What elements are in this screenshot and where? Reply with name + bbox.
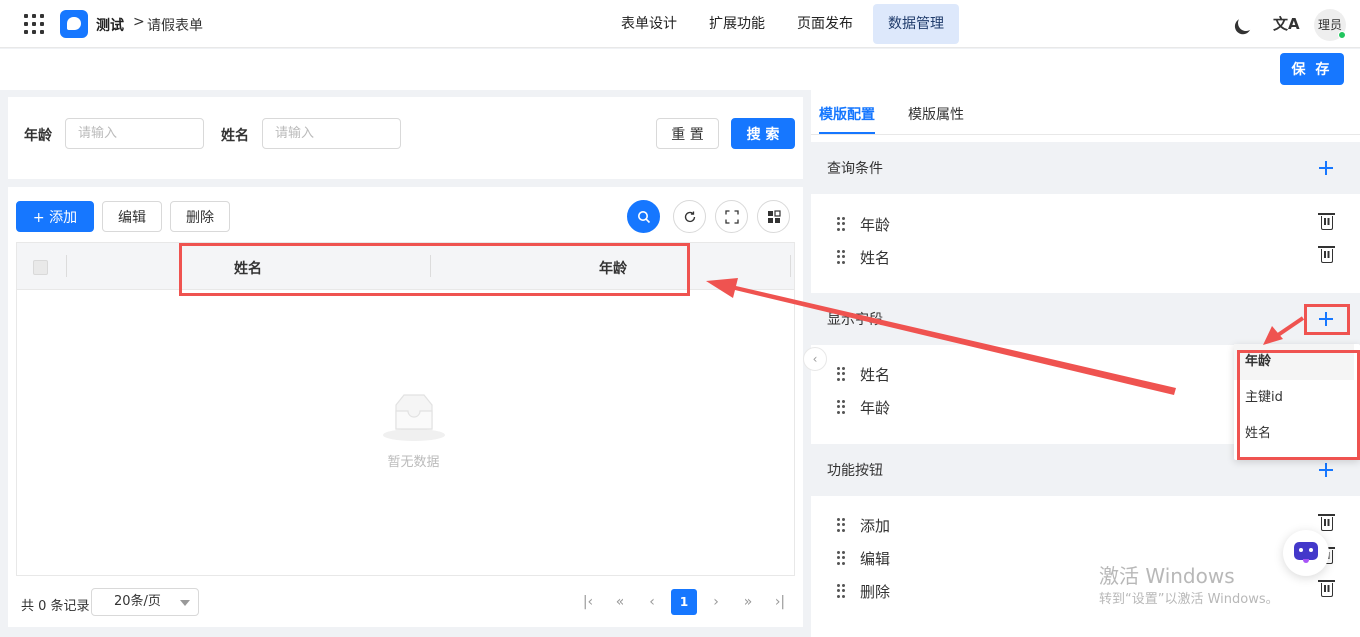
avatar-text: 理员 [1317, 18, 1342, 32]
save-button[interactable]: 保 存 [1280, 53, 1344, 85]
add-query-condition-plus-icon[interactable] [1319, 161, 1333, 175]
name-field-label: 姓名 [221, 128, 249, 144]
list-item-label: 编辑 [860, 550, 891, 568]
column-settings-button[interactable] [757, 200, 790, 233]
reset-button[interactable]: 重 置 [656, 118, 719, 149]
tab-template-properties[interactable]: 模版属性 [908, 104, 964, 124]
drag-handle-icon[interactable] [837, 250, 845, 264]
list-item-label: 年龄 [860, 216, 891, 234]
select-all-checkbox[interactable] [33, 260, 48, 275]
caret-down-icon [180, 600, 190, 606]
list-item-label: 添加 [860, 517, 891, 535]
windows-activation-watermark: 激活 Windows [1099, 564, 1235, 588]
section-title: 功能按钮 [827, 463, 883, 479]
prev-page-icon[interactable]: ‹ [639, 589, 665, 615]
windows-activation-hint: 转到“设置”以激活 Windows。 [1099, 592, 1279, 607]
tab-form-design[interactable]: 表单设计 [610, 4, 688, 44]
fullscreen-icon [724, 210, 739, 224]
empty-inbox-icon [383, 394, 445, 441]
jump-forward-icon[interactable]: » [735, 589, 761, 615]
drag-handle-icon[interactable] [837, 217, 845, 231]
drag-handle-icon[interactable] [837, 518, 845, 532]
translate-icon[interactable]: 文A [1273, 13, 1300, 34]
tab-data-management[interactable]: 数据管理 [873, 4, 959, 44]
search-panel: 年龄 姓名 重 置 搜 索 [8, 97, 803, 179]
refresh-icon [684, 211, 695, 223]
age-search-input[interactable] [65, 118, 204, 149]
page-number-current[interactable]: 1 [671, 589, 697, 615]
trash-icon[interactable] [1318, 580, 1335, 597]
list-item[interactable]: 编辑 [835, 546, 1335, 570]
section-query-conditions: 查询条件 [811, 142, 1360, 194]
drag-handle-icon[interactable] [837, 551, 845, 565]
empty-state-text: 暂无数据 [387, 455, 440, 470]
add-function-button-plus-icon[interactable] [1319, 463, 1333, 477]
trash-icon[interactable] [1318, 213, 1335, 230]
jump-back-icon[interactable]: « [607, 589, 633, 615]
next-page-icon[interactable]: › [703, 589, 729, 615]
list-item-label: 年龄 [860, 399, 891, 417]
list-item[interactable]: 年龄 [835, 212, 1335, 236]
list-item-label: 姓名 [860, 366, 891, 384]
edit-button[interactable]: 编辑 [102, 201, 162, 232]
robot-icon [1294, 542, 1318, 563]
list-item-label: 删除 [860, 583, 891, 601]
action-bar: 保 存 [0, 49, 1360, 90]
section-display-fields: 显示字段 [811, 293, 1360, 345]
collapse-panel-chevron-icon[interactable]: ‹ [803, 347, 827, 371]
list-item[interactable]: 姓名 [835, 245, 1335, 269]
annotation-highlight-dropdown [1237, 350, 1360, 460]
annotation-highlight-plus [1304, 304, 1350, 335]
first-page-icon[interactable]: |‹ [575, 589, 601, 615]
dark-mode-moon-icon[interactable] [1236, 13, 1257, 34]
annotation-highlight-table-header [179, 243, 690, 296]
list-item[interactable]: 添加 [835, 513, 1335, 537]
section-title: 显示字段 [827, 312, 883, 328]
search-button[interactable]: 搜 索 [731, 118, 795, 149]
breadcrumb-chevron-icon: > [133, 14, 145, 30]
age-field-label: 年龄 [24, 128, 52, 144]
section-title: 查询条件 [827, 161, 883, 177]
app-name[interactable]: 测试 [96, 15, 124, 35]
total-records-text: 共 0 条记录 [21, 599, 90, 614]
tab-template-config[interactable]: 模版配置 [819, 104, 875, 124]
avatar[interactable]: 理员 [1314, 9, 1346, 41]
page-size-value: 20条/页 [114, 594, 161, 609]
column-divider [790, 255, 791, 277]
tab-extensions[interactable]: 扩展功能 [698, 4, 776, 44]
search-toggle-button[interactable] [627, 200, 660, 233]
top-nav: 测试 > 请假表单 表单设计 扩展功能 页面发布 数据管理 文A 理员 [0, 0, 1360, 48]
add-button[interactable]: + 添加 [16, 201, 94, 232]
drag-handle-icon[interactable] [837, 367, 845, 381]
delete-button[interactable]: 删除 [170, 201, 230, 232]
trash-icon[interactable] [1318, 514, 1335, 531]
column-divider [66, 255, 67, 277]
online-status-dot [1338, 31, 1346, 39]
list-item-label: 姓名 [860, 249, 891, 267]
tab-divider [811, 134, 1360, 135]
apps-grid-icon[interactable] [24, 14, 44, 34]
breadcrumb-page: 请假表单 [147, 18, 203, 34]
drag-handle-icon[interactable] [837, 584, 845, 598]
search-icon [637, 211, 650, 224]
pagination: 共 0 条记录 20条/页 |‹ « ‹ 1 › » ›| [8, 587, 803, 617]
tab-publish[interactable]: 页面发布 [786, 4, 864, 44]
columns-grid-icon [767, 210, 781, 223]
trash-icon[interactable] [1318, 246, 1335, 263]
ai-assistant-button[interactable] [1283, 530, 1329, 576]
app-logo [60, 10, 88, 38]
page-size-select[interactable]: 20条/页 [91, 588, 199, 616]
last-page-icon[interactable]: ›| [767, 589, 793, 615]
fullscreen-button[interactable] [715, 200, 748, 233]
name-search-input[interactable] [262, 118, 401, 149]
drag-handle-icon[interactable] [837, 400, 845, 414]
refresh-button[interactable] [673, 200, 706, 233]
